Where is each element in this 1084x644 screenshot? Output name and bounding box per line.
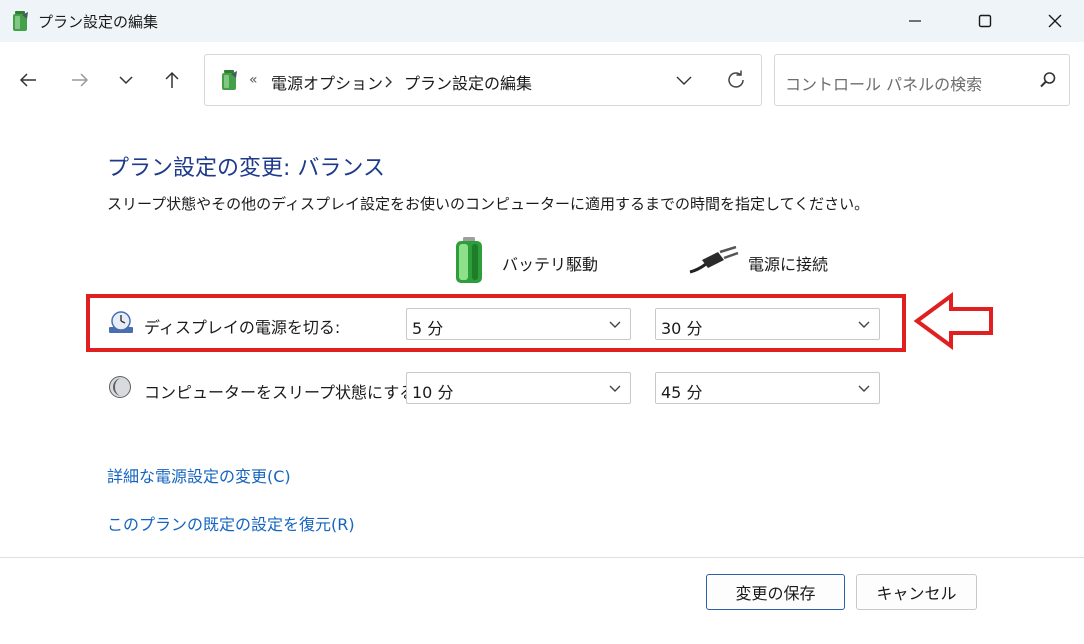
minimize-icon	[909, 20, 921, 22]
selected-value: 5 分	[412, 319, 444, 338]
maximize-button[interactable]	[962, 0, 1008, 42]
display-off-label: ディスプレイの電源を切る:	[144, 318, 341, 337]
address-bar[interactable]: « 電源オプション プラン設定の編集	[204, 54, 762, 106]
display-timer-icon	[109, 311, 133, 333]
sleep-plugged-select[interactable]: 45 分	[655, 372, 880, 404]
breadcrumb-edit-plan[interactable]: プラン設定の編集	[404, 70, 532, 94]
display-off-battery-select[interactable]: 5 分	[406, 308, 631, 340]
back-button[interactable]	[12, 64, 44, 96]
arrow-up-icon	[165, 71, 179, 88]
display-off-plugged-select[interactable]: 30 分	[655, 308, 880, 340]
battery-icon	[456, 237, 482, 283]
breadcrumb-power-options[interactable]: 電源オプション	[271, 70, 383, 94]
page-description: スリープ状態やその他のディスプレイ設定をお使いのコンピューターに適用するまでの時…	[107, 195, 870, 213]
power-plug-icon	[689, 246, 739, 274]
power-battery-icon	[222, 70, 237, 90]
sleep-battery-select[interactable]: 10 分	[406, 372, 631, 404]
arrow-left-annotation-icon	[913, 292, 993, 350]
sleep-label: コンピューターをスリープ状態にする:	[144, 383, 421, 402]
footer-divider	[0, 557, 1084, 558]
recent-locations-button[interactable]	[110, 64, 142, 96]
chevron-down-icon[interactable]	[675, 75, 693, 87]
chevron-down-icon	[119, 76, 133, 85]
chevron-down-icon	[609, 385, 621, 392]
chevron-down-icon	[609, 321, 621, 328]
search-placeholder: コントロール パネルの検索	[785, 75, 983, 94]
sleep-moon-icon	[109, 376, 131, 398]
column-plugged-in: 電源に接続	[748, 255, 829, 274]
search-icon[interactable]	[1039, 71, 1057, 89]
selected-value: 45 分	[661, 383, 703, 402]
page-title: プラン設定の変更: バランス	[107, 156, 385, 181]
advanced-settings-link[interactable]: 詳細な電源設定の変更(C)	[107, 463, 291, 487]
close-button[interactable]	[1032, 0, 1078, 42]
selected-value: 10 分	[412, 383, 454, 402]
restore-defaults-link[interactable]: このプランの既定の設定を復元(R)	[107, 511, 355, 535]
breadcrumb-overflow[interactable]: «	[249, 72, 258, 88]
column-battery: バッテリ駆動	[502, 255, 599, 274]
chevron-down-icon	[858, 385, 870, 392]
power-battery-icon	[13, 11, 28, 31]
window-title: プラン設定の編集	[38, 13, 159, 31]
refresh-icon[interactable]	[725, 69, 747, 91]
cancel-button[interactable]: キャンセル	[856, 574, 977, 610]
up-button[interactable]	[156, 64, 188, 96]
arrow-left-icon	[19, 73, 36, 87]
minimize-button[interactable]	[892, 0, 938, 42]
selected-value: 30 分	[661, 319, 703, 338]
maximize-icon	[978, 14, 992, 28]
search-input[interactable]: コントロール パネルの検索	[774, 54, 1070, 106]
arrow-right-icon	[72, 73, 89, 87]
title-bar: プラン設定の編集	[0, 0, 1084, 42]
save-changes-button[interactable]: 変更の保存	[706, 574, 845, 610]
forward-button[interactable]	[64, 64, 96, 96]
close-icon	[1048, 14, 1062, 28]
chevron-right-icon	[385, 76, 392, 88]
navigation-bar: « 電源オプション プラン設定の編集 コントロール パネルの検索	[0, 42, 1084, 116]
chevron-down-icon	[858, 321, 870, 328]
